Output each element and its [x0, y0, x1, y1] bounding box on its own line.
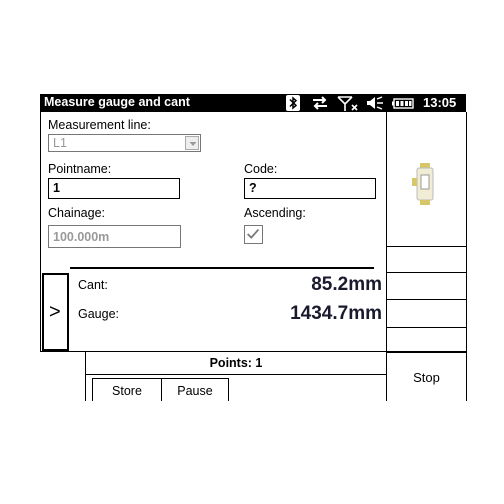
bluetooth-icon[interactable] [286, 95, 300, 111]
pause-label: Pause [177, 384, 213, 398]
right-panel-line-4 [386, 327, 466, 328]
points-divider [85, 374, 386, 375]
measurement-line-value: L1 [53, 136, 67, 150]
right-panel-line-5 [386, 352, 466, 353]
code-input[interactable]: ? [244, 178, 376, 199]
pointname-label: Pointname: [48, 162, 112, 176]
right-border [466, 112, 467, 401]
store-button[interactable]: Store [93, 384, 161, 398]
right-panel-line-2 [386, 272, 466, 273]
code-value: ? [249, 181, 257, 195]
ascending-label: Ascending: [244, 206, 306, 220]
clock: 13:05 [423, 95, 457, 110]
ascending-checkbox[interactable] [244, 225, 263, 244]
points-count: Points: 1 [209, 356, 263, 370]
right-panel-line-1 [386, 246, 466, 247]
pause-button[interactable]: Pause [162, 384, 228, 398]
dropdown-button[interactable] [185, 136, 199, 150]
stop-button[interactable]: Stop [387, 370, 466, 385]
measurement-line-select[interactable]: L1 [48, 134, 201, 152]
prism-target-icon [412, 163, 434, 205]
title-bar: Measure gauge and cant 13:05 [40, 94, 466, 112]
measurement-line-label: Measurement line: [48, 118, 151, 132]
readings-divider [70, 267, 374, 269]
speaker-icon[interactable] [365, 95, 385, 111]
window-title: Measure gauge and cant [44, 95, 190, 109]
gauge-value: 1434.7mm [290, 303, 382, 324]
cant-label: Cant: [78, 278, 108, 292]
pointname-value: 1 [53, 181, 60, 195]
code-label: Code: [244, 162, 278, 176]
pointer-arrow: > [49, 301, 61, 323]
left-border [40, 112, 41, 351]
pointer-box[interactable]: > [42, 273, 69, 351]
checkmark-icon [247, 228, 260, 239]
bottom-divider [40, 351, 466, 352]
chevron-down-icon [189, 142, 197, 146]
chainage-label: Chainage: [48, 206, 105, 220]
store-label: Store [112, 384, 142, 398]
chainage-value: 100.000m [53, 230, 110, 244]
right-panel-line-3 [386, 299, 466, 300]
gauge-label: Gauge: [78, 307, 120, 321]
pointname-input[interactable]: 1 [48, 178, 180, 199]
right-panel-divider [386, 112, 387, 401]
stop-label: Stop [413, 370, 440, 385]
battery-icon[interactable] [392, 95, 416, 111]
cant-value: 85.2mm [311, 274, 382, 295]
sync-arrows-icon[interactable] [310, 95, 330, 111]
signal-off-icon[interactable] [337, 95, 359, 111]
chainage-input[interactable]: 100.000m [48, 225, 181, 248]
